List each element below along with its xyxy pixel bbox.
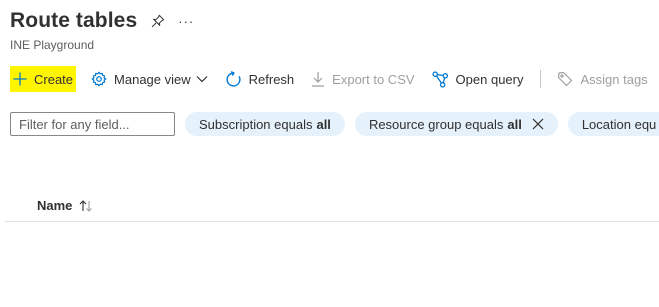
open-query-button[interactable]: Open query	[431, 66, 524, 92]
export-csv-label: Export to CSV	[332, 71, 415, 87]
filter-pill-subscription[interactable]: Subscription equals all	[185, 112, 345, 136]
more-options-icon[interactable]: ···	[176, 11, 196, 31]
page-title: Route tables	[10, 9, 138, 32]
manage-view-button[interactable]: Manage view	[91, 66, 208, 92]
refresh-icon	[226, 70, 241, 87]
filter-row: Subscription equals all Resource group e…	[10, 112, 659, 136]
tag-icon	[558, 71, 573, 87]
column-header-label: Name	[37, 198, 73, 213]
manage-view-label: Manage view	[114, 71, 191, 87]
sort-ascending-icon[interactable]	[79, 199, 93, 212]
refresh-button[interactable]: Refresh	[225, 66, 295, 92]
route-tables-page: Route tables ··· INE Playground Create M…	[0, 0, 659, 307]
chevron-down-icon	[196, 76, 208, 83]
create-label: Create	[34, 71, 74, 87]
filter-pill-label: Resource group equals	[368, 116, 504, 132]
filter-pill-location[interactable]: Location equ	[567, 112, 659, 136]
query-graph-icon	[431, 70, 448, 88]
close-icon[interactable]	[532, 118, 544, 130]
filter-pill-value: all	[507, 116, 522, 132]
refresh-label: Refresh	[248, 71, 295, 87]
assign-tags-label: Assign tags	[580, 71, 648, 87]
table-header: Name	[5, 190, 659, 222]
pin-icon[interactable]	[148, 11, 168, 31]
open-query-label: Open query	[455, 71, 524, 87]
column-header-name[interactable]: Name	[37, 198, 93, 213]
page-subtitle: INE Playground	[10, 38, 95, 52]
download-icon	[312, 72, 325, 87]
toolbar-divider	[540, 70, 542, 88]
command-bar: Create Manage view Refresh Export to CSV…	[10, 65, 659, 93]
filter-pill-label: Subscription equals	[199, 116, 313, 132]
create-button[interactable]: Create	[10, 66, 77, 92]
assign-tags-button[interactable]: Assign tags	[557, 66, 648, 92]
filter-pill-value: all	[316, 116, 331, 132]
title-row: Route tables ···	[10, 6, 196, 36]
filter-pill-label: Location equ	[581, 116, 657, 132]
filter-pill-resource-group[interactable]: Resource group equals all	[354, 112, 558, 136]
gear-icon	[91, 71, 107, 87]
filter-input[interactable]	[10, 112, 175, 136]
plus-icon	[13, 72, 27, 86]
export-csv-button[interactable]: Export to CSV	[311, 66, 415, 92]
